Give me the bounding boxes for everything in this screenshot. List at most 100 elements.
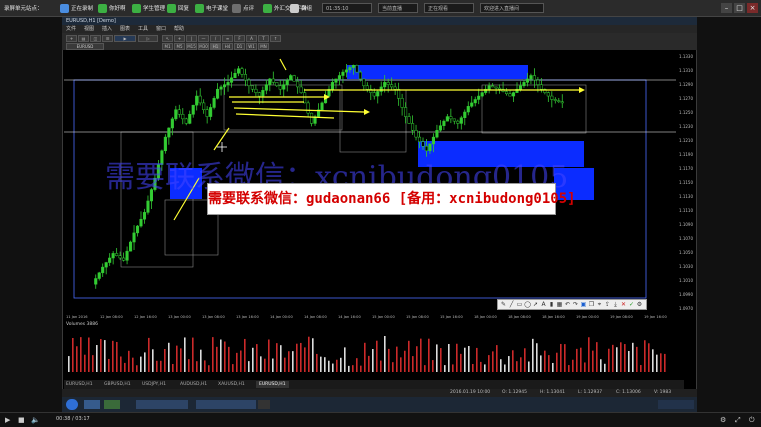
tf-m15[interactable]: M15 (186, 43, 197, 50)
topbar-item-1[interactable]: 你好啊 (98, 2, 126, 14)
pen-icon[interactable]: ✎ (500, 301, 507, 308)
fullscreen-icon[interactable]: ⤢ (735, 415, 741, 425)
play-icon[interactable]: ▶ (5, 415, 10, 425)
tf-m5[interactable]: M5 (174, 43, 185, 50)
share-icon[interactable]: ⇪ (604, 301, 611, 308)
menu-window[interactable]: 窗口 (156, 25, 166, 33)
topbar-item-4[interactable]: 电子课堂 (195, 2, 228, 14)
candle-body (233, 72, 237, 79)
tab-chart-active[interactable]: EURUSD,H1 (256, 381, 289, 388)
topbar-item-5[interactable]: 点评 (232, 2, 254, 14)
minimize-button[interactable]: – (721, 3, 732, 13)
tf-m1[interactable]: M1 (162, 43, 173, 50)
volume-bar (404, 350, 406, 372)
tab-chart-1[interactable]: GBPUSD,H1 (104, 381, 131, 388)
welcome-field[interactable]: 欢迎进入直播间 (480, 3, 544, 13)
settings-icon[interactable]: ⚙ (636, 301, 643, 308)
label-icon[interactable]: T (258, 35, 269, 42)
line-icon[interactable]: ╱ (508, 301, 515, 308)
tf-mn[interactable]: MN (258, 43, 269, 50)
volume-bar (576, 348, 578, 372)
tab-chart-3[interactable]: AUDUSD,H1 (180, 381, 207, 388)
taskbar-app-button[interactable] (136, 400, 188, 409)
save-icon[interactable]: ▣ (580, 301, 587, 308)
tab-chart-4[interactable]: XAUUSD,H1 (218, 381, 245, 388)
volume-icon[interactable]: 🔈 (31, 415, 40, 425)
price-tick-label: 1.1030 (679, 264, 693, 269)
date-tick-label: 19 Jan 00:00 (576, 315, 599, 319)
mosaic-icon[interactable]: ▦ (556, 301, 563, 308)
channel-icon[interactable]: ≡ (222, 35, 233, 42)
download-icon[interactable]: ⤓ (612, 301, 619, 308)
volume-bars (68, 336, 666, 372)
volume-bar (416, 346, 418, 372)
topbar-item-2[interactable]: 学生管理 (132, 2, 165, 14)
profiles-button[interactable]: ▤ (78, 35, 89, 42)
volume-bar (244, 338, 246, 372)
auto-trading-button[interactable]: ▷ (138, 35, 158, 42)
highlight-icon[interactable]: ▮ (548, 301, 555, 308)
cancel-icon[interactable]: ✕ (620, 301, 627, 308)
maximize-button[interactable]: □ (734, 3, 745, 13)
cursor-icon[interactable]: ↖ (162, 35, 173, 42)
undo-icon[interactable]: ↶ (564, 301, 571, 308)
topbar-item-7[interactable]: 群组 (290, 2, 312, 14)
tab-chart-0[interactable]: EURUSD,H1 (66, 381, 93, 388)
text-tool-icon[interactable]: A (540, 301, 547, 308)
menu-help[interactable]: 帮助 (174, 25, 184, 33)
close-button[interactable]: × (747, 3, 758, 13)
candle-body (135, 225, 140, 234)
volume-bar (340, 357, 342, 372)
taskbar-app-icon[interactable] (104, 400, 120, 409)
stop-icon[interactable]: ■ (18, 415, 25, 425)
crosshair-icon[interactable]: + (174, 35, 185, 42)
volume-bar (220, 339, 222, 372)
menu-file[interactable]: 文件 (66, 25, 76, 33)
candle-body (355, 65, 359, 73)
market-watch-button[interactable]: ◫ (90, 35, 101, 42)
symbol-selector[interactable]: EURUSD (66, 43, 104, 50)
candle-body (337, 75, 341, 80)
menu-view[interactable]: 视图 (84, 25, 94, 33)
settings-gear-icon[interactable]: ⚙ (720, 415, 726, 425)
new-chart-button[interactable]: + (66, 35, 77, 42)
candle-body (532, 75, 536, 81)
redo-icon[interactable]: ↷ (572, 301, 579, 308)
arrows-icon[interactable]: ↑ (270, 35, 281, 42)
hline-icon[interactable]: — (198, 35, 209, 42)
tf-h4[interactable]: H4 (222, 43, 233, 50)
menu-tools[interactable]: 工具 (138, 25, 148, 33)
rect-icon[interactable]: ▭ (516, 301, 523, 308)
candle-body (393, 86, 397, 90)
ellipse-icon[interactable]: ◯ (524, 301, 531, 308)
volume-bar (324, 357, 326, 372)
start-icon[interactable] (66, 399, 78, 410)
arrow-icon[interactable]: ➚ (532, 301, 539, 308)
fibo-icon[interactable]: F (234, 35, 245, 42)
menu-insert[interactable]: 插入 (102, 25, 112, 33)
taskbar-app-button[interactable] (196, 400, 256, 409)
taskbar-app-icon[interactable] (84, 400, 100, 409)
vline-icon[interactable]: | (186, 35, 197, 42)
volume-bar (276, 343, 278, 372)
confirm-icon[interactable]: ✓ (628, 301, 635, 308)
menu-chart[interactable]: 图表 (120, 25, 130, 33)
candle-body (229, 77, 234, 83)
copy-icon[interactable]: ❐ (588, 301, 595, 308)
tf-d1[interactable]: D1 (234, 43, 245, 50)
volume-bar (392, 362, 394, 372)
new-order-button[interactable]: ▶ (114, 35, 136, 42)
topbar-item-3[interactable]: 回复 (167, 2, 189, 14)
pin-icon[interactable]: ⌖ (596, 301, 603, 308)
text-icon[interactable]: A (246, 35, 257, 42)
taskbar-app-icon[interactable] (258, 400, 270, 409)
tab-chart-2[interactable]: USDJPY,H1 (142, 381, 166, 388)
candle-body (330, 82, 335, 90)
exit-icon[interactable]: ⏻ (749, 415, 755, 425)
trendline-icon[interactable]: / (210, 35, 221, 42)
tf-h1[interactable]: H1 (210, 43, 221, 50)
topbar-item-0[interactable]: 正在录制 (60, 2, 93, 14)
navigator-button[interactable]: ☰ (102, 35, 113, 42)
tf-m30[interactable]: M30 (198, 43, 209, 50)
tf-w1[interactable]: W1 (246, 43, 257, 50)
